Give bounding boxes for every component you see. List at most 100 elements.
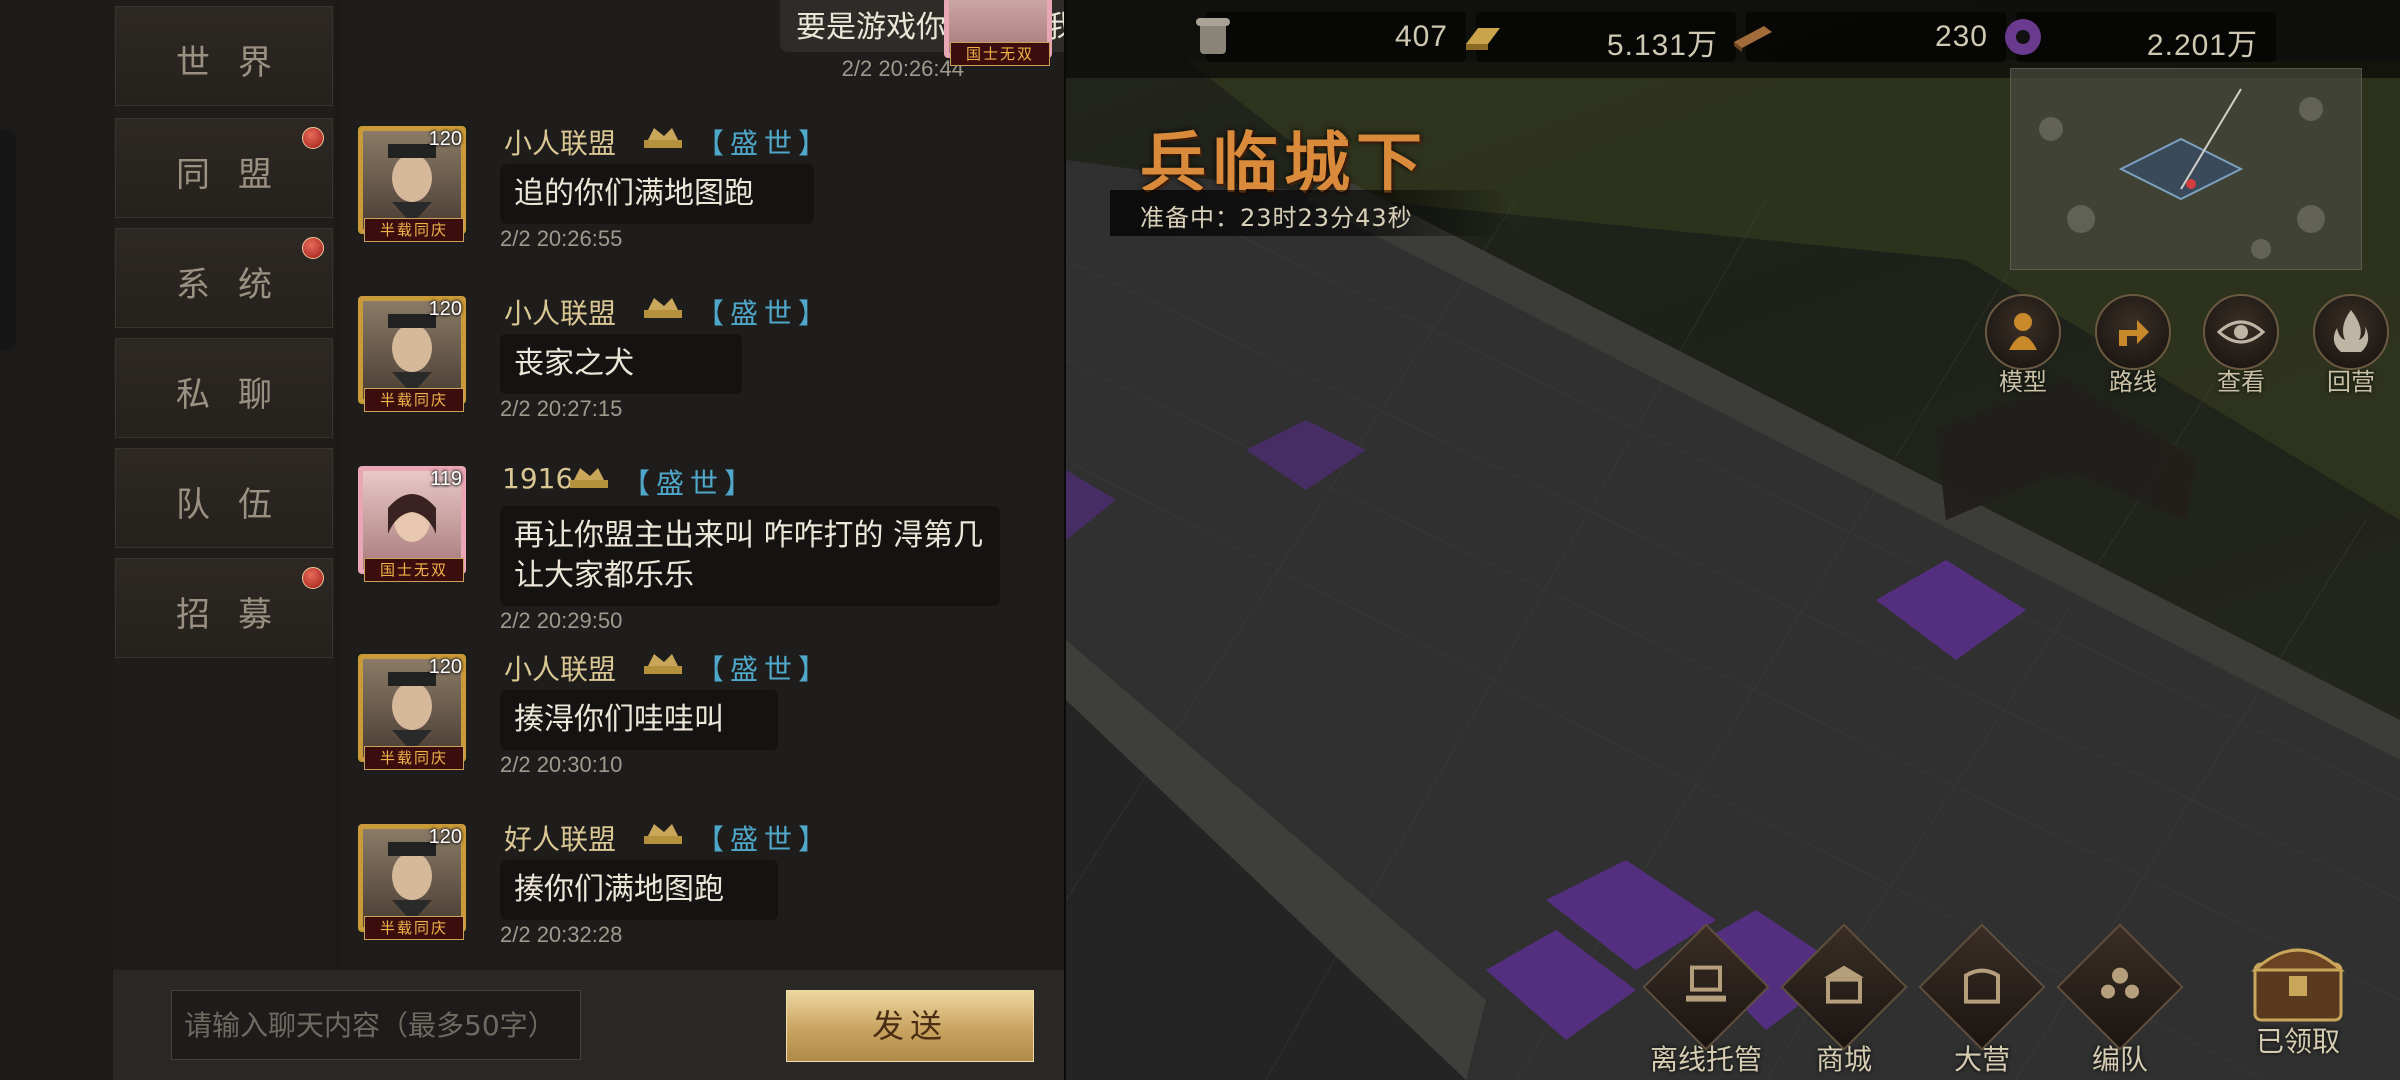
chat-channel-tabs: 世界 同盟 系统 私聊 队伍 招募 — [113, 0, 335, 970]
tab-recruit[interactable]: 招募 — [115, 558, 333, 658]
camp-icon — [1918, 923, 2046, 1051]
resource-value: 2.201万 — [2146, 29, 2258, 62]
avatar-title-tag: 半载同庆 — [364, 746, 464, 770]
avatar-level: 120 — [428, 298, 462, 320]
action-model[interactable]: 模型 — [1968, 294, 2078, 397]
tab-alliance[interactable]: 同盟 — [115, 118, 333, 218]
avatar[interactable]: 120 半载同庆 — [358, 654, 466, 770]
chat-message-list[interactable]: 要是游戏你家的 把我封号吧 2/2 20:26:44 国士无双 120 半载同庆… — [340, 0, 1066, 970]
resource-item: 230 — [1734, 12, 2006, 62]
chat-input[interactable] — [171, 990, 581, 1060]
nav-chest-claimed[interactable]: 已领取 — [2228, 922, 2368, 1060]
alliance-tag[interactable]: 【盛世】 — [622, 462, 758, 502]
sender-name[interactable]: 1916 — [502, 462, 573, 495]
eye-icon — [2203, 294, 2279, 370]
message-timestamp: 2/2 20:29:50 — [500, 608, 623, 633]
model-icon — [1985, 294, 2061, 370]
minimap[interactable] — [2010, 68, 2362, 270]
tab-label: 队伍 — [176, 485, 300, 525]
tab-team[interactable]: 队伍 — [115, 448, 333, 548]
shop-icon — [1780, 923, 1908, 1051]
resource-item: 5.131万 — [1466, 12, 1736, 62]
route-icon — [2095, 294, 2171, 370]
general-portrait-icon — [388, 842, 436, 922]
tab-system[interactable]: 系统 — [115, 228, 333, 328]
formation-icon — [2056, 923, 2184, 1051]
treasure-chest-icon — [2251, 948, 2345, 1022]
chat-input-bar: 发送 — [113, 970, 1066, 1080]
event-timer: 准备中：23时23分43秒 — [1140, 204, 1413, 232]
gold-bar-icon — [1466, 28, 1500, 50]
message-bubble: 追的你们满地图跑 — [500, 164, 814, 224]
notification-dot — [302, 127, 324, 149]
message-bubble: 揍你们满地图跑 — [500, 860, 778, 920]
avatar[interactable]: 120 半载同庆 — [358, 296, 466, 412]
notification-dot — [302, 237, 324, 259]
message-bubble: 再让你盟主出来叫 咋咋打的 淂第几 让大家都乐乐 — [500, 506, 1000, 606]
action-return-camp[interactable]: 回营 — [2296, 294, 2400, 397]
tab-label: 招募 — [176, 595, 300, 635]
jade-coin-icon — [2005, 19, 2041, 55]
tab-world[interactable]: 世界 — [115, 6, 333, 106]
panel-divider — [1064, 0, 1066, 1080]
tab-private[interactable]: 私聊 — [115, 338, 333, 438]
message-timestamp: 2/2 20:26:55 — [500, 226, 623, 251]
vip-crown-icon — [644, 128, 682, 148]
resource-bar: 407 5.131万 230 2.201万 — [1066, 0, 2400, 78]
avatar-level: 120 — [428, 128, 462, 150]
avatar-level: 119 — [430, 468, 462, 490]
avatar[interactable]: 120 半载同庆 — [358, 126, 466, 242]
scroll-icon — [1196, 18, 1230, 54]
fire-icon — [2313, 294, 2389, 370]
general-portrait-icon — [388, 314, 436, 394]
avatar[interactable]: 国士无双 — [944, 0, 1052, 66]
resource-item: 2.201万 — [2005, 12, 2276, 62]
sender-name[interactable]: 小人联盟 — [504, 292, 616, 332]
avatar-level: 120 — [428, 656, 462, 678]
tab-label: 系统 — [176, 265, 300, 305]
alliance-tag[interactable]: 【盛世】 — [696, 648, 832, 688]
resource-value: 230 — [1934, 20, 1988, 53]
avatar-level: 120 — [428, 826, 462, 848]
avatar-title-tag: 半载同庆 — [364, 218, 464, 242]
nav-camp[interactable]: 大营 — [1912, 923, 2052, 1078]
message-timestamp: 2/2 20:32:28 — [500, 922, 623, 947]
offline-host-icon — [1642, 923, 1770, 1051]
alliance-tag[interactable]: 【盛世】 — [696, 122, 832, 162]
resource-value: 407 — [1394, 20, 1448, 53]
tab-label: 私聊 — [176, 375, 300, 415]
avatar-title-tag: 半载同庆 — [364, 916, 464, 940]
action-route[interactable]: 路线 — [2078, 294, 2188, 397]
sender-name[interactable]: 好人联盟 — [504, 818, 616, 858]
avatar[interactable]: 119 国士无双 — [358, 466, 466, 582]
sender-name[interactable]: 小人联盟 — [504, 122, 616, 162]
action-view[interactable]: 查看 — [2186, 294, 2296, 397]
nav-offline-host[interactable]: 离线托管 — [1636, 923, 1776, 1078]
wood-icon — [1734, 26, 1772, 52]
message-bubble: 揍淂你们哇哇叫 — [500, 690, 778, 750]
screen-edge — [0, 130, 16, 350]
nav-shop[interactable]: 商城 — [1774, 923, 1914, 1078]
message-timestamp: 2/2 20:30:10 — [500, 752, 623, 777]
avatar[interactable]: 120 半载同庆 — [358, 824, 466, 940]
vip-crown-icon — [644, 298, 682, 318]
general-portrait-icon — [388, 144, 436, 224]
send-button[interactable]: 发送 — [786, 990, 1034, 1062]
message-timestamp: 2/2 20:26:44 — [841, 56, 964, 81]
general-portrait-icon — [388, 672, 436, 752]
notification-dot — [302, 567, 324, 589]
minimap-render — [2011, 69, 2361, 269]
avatar-title-tag: 半载同庆 — [364, 388, 464, 412]
nav-formation[interactable]: 编队 — [2050, 923, 2190, 1078]
tab-label: 世界 — [176, 43, 300, 83]
vip-crown-icon — [644, 824, 682, 844]
heroine-portrait-icon — [388, 494, 436, 542]
resource-value: 5.131万 — [1606, 29, 1718, 62]
alliance-tag[interactable]: 【盛世】 — [696, 818, 832, 858]
vip-crown-icon — [644, 654, 682, 674]
resource-item: 407 — [1196, 12, 1466, 62]
message-timestamp: 2/2 20:27:15 — [500, 396, 623, 421]
sender-name[interactable]: 小人联盟 — [504, 648, 616, 688]
message-bubble: 丧家之犬 — [500, 334, 742, 394]
alliance-tag[interactable]: 【盛世】 — [696, 292, 832, 332]
